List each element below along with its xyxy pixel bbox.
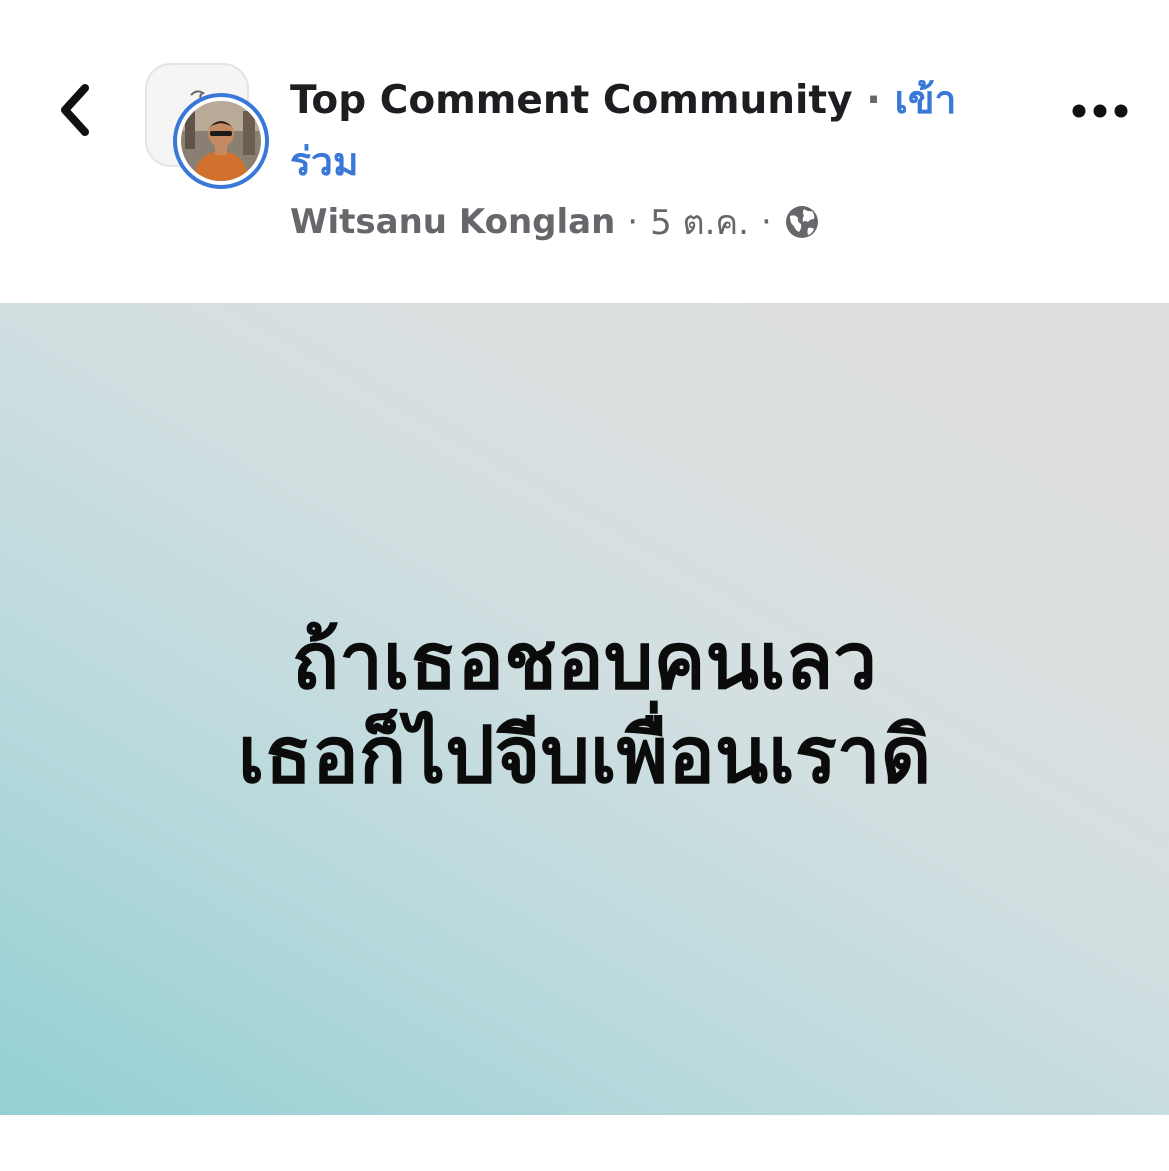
more-horizontal-icon <box>1072 104 1128 118</box>
post-header: Top Comment Community · เข้าร่วม Witsanu… <box>0 0 1169 303</box>
post-date[interactable]: 5 ต.ค. <box>650 195 749 249</box>
user-avatar[interactable] <box>173 93 269 189</box>
post-meta: Witsanu Konglan · 5 ต.ค. · <box>290 198 820 246</box>
avatar-stack[interactable] <box>145 63 275 193</box>
globe-icon <box>785 206 818 238</box>
post-title: Top Comment Community · เข้าร่วม <box>290 70 990 194</box>
post-text-line-2: เธอก็ไปจีบเพื่อนเราดิ <box>237 711 932 801</box>
post-body: ถ้าเธอชอบคนเลว เธอก็ไปจีบเพื่อนเราดิ <box>0 303 1169 1115</box>
more-options-button[interactable] <box>1065 88 1135 134</box>
meta-separator-2: · <box>761 202 772 242</box>
profile-photo <box>181 101 261 181</box>
join-label-part2: ร่วม <box>290 140 359 185</box>
chevron-left-icon <box>61 84 89 136</box>
join-label-part1: เข้า <box>894 78 957 123</box>
group-name-link[interactable]: Top Comment Community <box>290 78 853 123</box>
back-button[interactable] <box>40 70 110 150</box>
meta-separator: · <box>627 202 639 242</box>
post-text-line-1: ถ้าเธอชอบคนเลว <box>291 617 878 707</box>
author-name-link[interactable]: Witsanu Konglan <box>290 202 615 242</box>
title-separator: · <box>866 78 881 123</box>
